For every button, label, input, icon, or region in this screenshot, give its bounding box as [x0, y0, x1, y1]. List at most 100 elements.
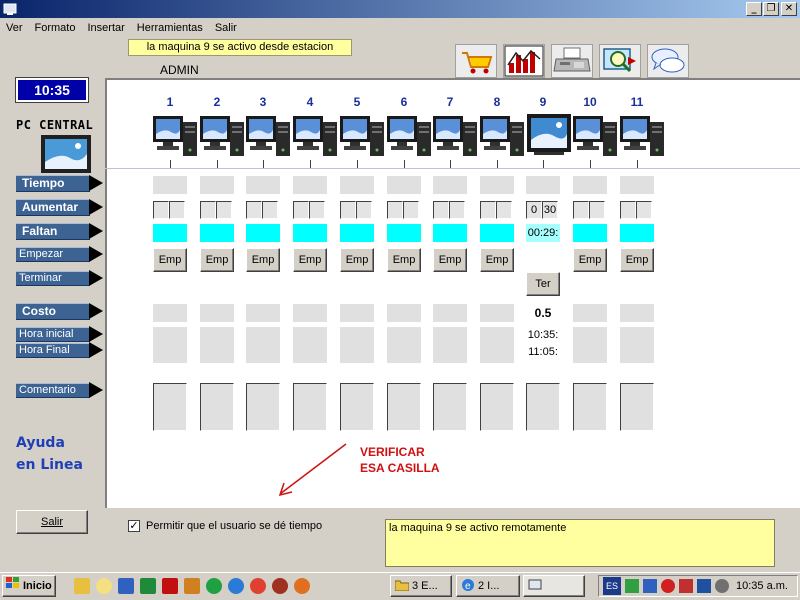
aumentar-field-right[interactable] [496, 201, 512, 219]
aumentar-field-left[interactable] [246, 201, 262, 219]
aumentar-field-left[interactable] [433, 201, 449, 219]
computer-icon[interactable] [151, 112, 199, 160]
comentario-field[interactable] [433, 383, 467, 431]
tiempo-field[interactable] [573, 176, 607, 194]
emp-button[interactable]: Emp [573, 248, 607, 272]
tiempo-field[interactable] [433, 176, 467, 194]
fax-icon[interactable] [551, 44, 593, 78]
firefox-icon[interactable] [294, 578, 310, 594]
taskbar-active-app[interactable] [523, 575, 585, 597]
tiempo-field[interactable] [526, 176, 560, 194]
aumentar-field-left[interactable] [293, 201, 309, 219]
aumentar-field-right[interactable] [636, 201, 652, 219]
app-icon[interactable] [2, 1, 18, 17]
aumentar-field-right[interactable] [403, 201, 419, 219]
emp-button[interactable]: Emp [246, 248, 280, 272]
aumentar-field-right[interactable] [356, 201, 372, 219]
search-screen-icon[interactable] [599, 44, 641, 78]
emp-button[interactable]: Emp [433, 248, 467, 272]
computer-icon[interactable] [478, 112, 526, 160]
quicklaunch-icon[interactable] [250, 578, 266, 594]
aumentar-field-right[interactable]: 30 [542, 201, 558, 219]
quicklaunch-icon[interactable] [184, 578, 200, 594]
computer-icon[interactable] [571, 112, 619, 160]
comentario-field[interactable] [246, 383, 280, 431]
comentario-field[interactable] [573, 383, 607, 431]
monitor-icon[interactable] [40, 134, 92, 174]
pdf-icon[interactable] [162, 578, 178, 594]
taskbar-ie-group[interactable]: e 2 I... [456, 575, 520, 597]
tiempo-field[interactable] [200, 176, 234, 194]
comentario-field[interactable] [153, 383, 187, 431]
tiempo-field[interactable] [246, 176, 280, 194]
quicklaunch-icon[interactable] [74, 578, 90, 594]
chart-icon[interactable] [503, 44, 545, 78]
tiempo-field[interactable] [340, 176, 374, 194]
aumentar-field-right[interactable] [169, 201, 185, 219]
emp-button[interactable]: Emp [620, 248, 654, 272]
tray-icon[interactable] [697, 579, 711, 593]
emp-button[interactable]: Emp [153, 248, 187, 272]
help-online-link[interactable]: Ayuda en Linea [16, 432, 83, 476]
tray-clock[interactable]: 10:35 a.m. [736, 575, 788, 597]
menu-insertar[interactable]: Insertar [81, 19, 130, 37]
salir-button[interactable]: Salir [16, 510, 88, 534]
start-button[interactable]: Inicio [2, 575, 56, 597]
emp-button[interactable]: Emp [200, 248, 234, 272]
permit-row[interactable]: ✓ Permitir que el usuario se dé tiempo [128, 518, 353, 534]
tray-icon[interactable] [661, 579, 675, 593]
comentario-field[interactable] [340, 383, 374, 431]
aumentar-field-left[interactable] [340, 201, 356, 219]
taskbar-explorer-group[interactable]: 3 E... [390, 575, 452, 597]
menu-salir[interactable]: Salir [209, 19, 243, 37]
comentario-field[interactable] [200, 383, 234, 431]
aumentar-field-left[interactable]: 0 [526, 201, 542, 219]
aumentar-field-left[interactable] [620, 201, 636, 219]
restore-button[interactable]: ❐ [763, 2, 779, 16]
chat-icon[interactable] [647, 44, 689, 78]
title-bar[interactable] [0, 0, 800, 18]
menu-herramientas[interactable]: Herramientas [131, 19, 209, 37]
comentario-field[interactable] [387, 383, 421, 431]
quicklaunch-icon[interactable] [272, 578, 288, 594]
emp-button[interactable]: Emp [293, 248, 327, 272]
comentario-field[interactable] [480, 383, 514, 431]
language-indicator[interactable]: ES [603, 577, 621, 595]
computer-icon[interactable] [385, 112, 433, 160]
ie-icon[interactable] [228, 578, 244, 594]
volume-icon[interactable] [715, 579, 729, 593]
comentario-field[interactable] [620, 383, 654, 431]
aumentar-field-left[interactable] [387, 201, 403, 219]
aumentar-field-left[interactable] [573, 201, 589, 219]
tiempo-field[interactable] [387, 176, 421, 194]
word-icon[interactable] [118, 578, 134, 594]
aumentar-field-right[interactable] [216, 201, 232, 219]
aumentar-field-right[interactable] [589, 201, 605, 219]
aumentar-field-right[interactable] [449, 201, 465, 219]
emp-button[interactable]: Emp [387, 248, 421, 272]
close-button[interactable]: ✕ [781, 2, 797, 16]
computer-icon[interactable] [198, 112, 246, 160]
emp-button[interactable]: Emp [480, 248, 514, 272]
computer-icon[interactable] [291, 112, 339, 160]
menu-ver[interactable]: Ver [0, 19, 29, 37]
comentario-field[interactable] [526, 383, 560, 431]
permit-checkbox[interactable]: ✓ [128, 520, 140, 532]
computer-icon[interactable] [618, 112, 666, 160]
tiempo-field[interactable] [293, 176, 327, 194]
aumentar-field-left[interactable] [153, 201, 169, 219]
tray-icon[interactable] [625, 579, 639, 593]
excel-icon[interactable] [140, 578, 156, 594]
quicklaunch-icon[interactable] [96, 578, 112, 594]
quicklaunch-icon[interactable] [206, 578, 222, 594]
aumentar-field-left[interactable] [480, 201, 496, 219]
computer-icon[interactable] [338, 112, 386, 160]
tiempo-field[interactable] [480, 176, 514, 194]
menu-formato[interactable]: Formato [29, 19, 82, 37]
tiempo-field[interactable] [153, 176, 187, 194]
computer-icon[interactable] [244, 112, 292, 160]
cart-icon[interactable] [455, 44, 497, 78]
aumentar-field-left[interactable] [200, 201, 216, 219]
monitor-active-icon[interactable] [526, 112, 574, 160]
comentario-field[interactable] [293, 383, 327, 431]
